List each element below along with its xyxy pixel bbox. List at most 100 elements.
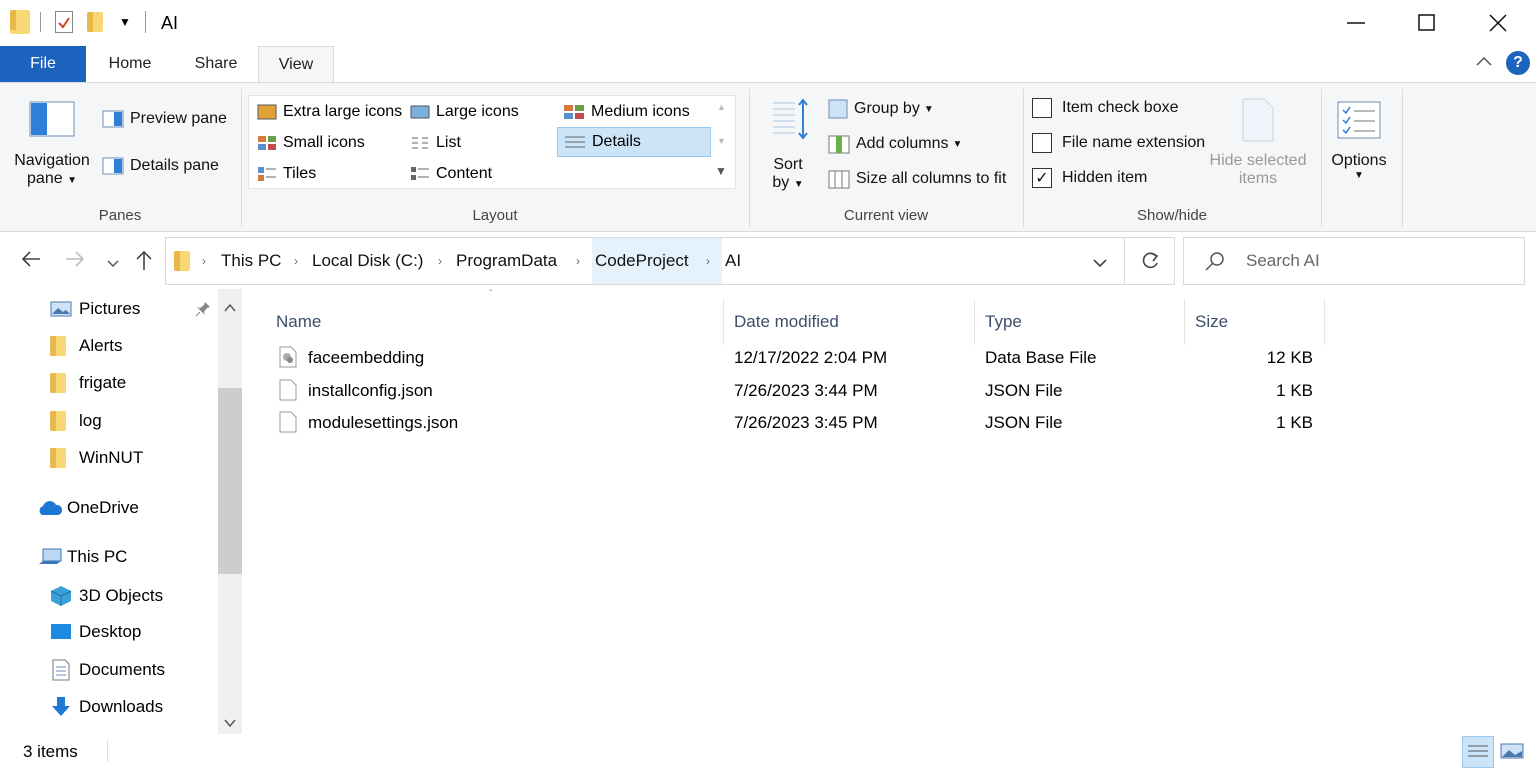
layout-large-icons[interactable]: Large icons	[404, 97, 519, 127]
address-bar[interactable]: › This PC › Local Disk (C:) › ProgramDat…	[165, 237, 1175, 285]
tab-file[interactable]: File	[0, 46, 86, 82]
file-row[interactable]: installconfig.json 7/26/2023 3:44 PM JSO…	[273, 375, 1333, 407]
breadcrumb-ai[interactable]: AI	[725, 238, 741, 284]
layout-tiles[interactable]: Tiles	[251, 159, 316, 189]
chevron-right-icon[interactable]: ›	[202, 238, 206, 284]
tab-home[interactable]: Home	[96, 46, 164, 82]
options-button[interactable]: Options ▼	[1324, 101, 1394, 181]
breadcrumb-this-pc[interactable]: This PC	[221, 238, 281, 284]
scroll-down-icon[interactable]	[223, 714, 237, 734]
dropdown-arrow-icon: ▼	[67, 175, 77, 186]
sort-by-button[interactable]: Sort by ▼	[758, 98, 818, 192]
layout-medium-icons[interactable]: Medium icons	[557, 97, 690, 127]
gallery-scroll-up-icon[interactable]: ▲	[717, 102, 726, 112]
nav-item-onedrive[interactable]: OneDrive	[37, 498, 139, 518]
medium-icons-label: Medium icons	[591, 103, 690, 120]
nav-item-downloads[interactable]: Downloads	[50, 696, 163, 718]
column-header-date[interactable]: Date modified	[724, 299, 975, 345]
search-placeholder[interactable]: Search AI	[1246, 238, 1320, 284]
up-button[interactable]	[134, 249, 154, 277]
item-checkboxes-toggle[interactable]: Item check boxe	[1032, 98, 1179, 118]
file-name-extensions-toggle[interactable]: File name extension	[1032, 133, 1205, 153]
nav-item-pictures[interactable]: Pictures	[50, 299, 140, 319]
large-icons-view-button[interactable]	[1500, 742, 1524, 765]
column-header-name[interactable]: Name	[266, 299, 724, 345]
nav-item-frigate[interactable]: frigate	[50, 373, 126, 393]
back-button[interactable]	[20, 249, 42, 275]
file-row[interactable]: modulesettings.json 7/26/2023 3:45 PM JS…	[273, 407, 1333, 439]
file-icon	[279, 379, 297, 401]
nav-item-this-pc[interactable]: This PC	[37, 547, 127, 567]
forward-button[interactable]	[64, 249, 86, 275]
properties-icon[interactable]	[55, 11, 73, 33]
details-icon	[565, 136, 585, 148]
breadcrumb-local-disk[interactable]: Local Disk (C:)	[312, 238, 423, 284]
chevron-right-icon[interactable]: ›	[438, 238, 442, 284]
folder-icon	[50, 336, 66, 356]
column-header-type[interactable]: Type	[975, 299, 1185, 345]
file-name-extensions-checkbox[interactable]	[1032, 133, 1052, 153]
layout-list[interactable]: List	[404, 128, 461, 158]
computer-icon	[39, 548, 62, 564]
hide-selected-icon	[1242, 98, 1274, 142]
hide-selected-items-button[interactable]: Hide selected items	[1206, 97, 1310, 188]
breadcrumb-codeproject[interactable]: CodeProject	[595, 238, 689, 284]
folder-icon	[50, 448, 66, 468]
onedrive-cloud-icon	[39, 501, 63, 515]
recent-locations-button[interactable]	[106, 253, 120, 276]
layout-content[interactable]: Content	[404, 159, 492, 189]
nav-item-3d-objects[interactable]: 3D Objects	[50, 585, 163, 607]
gallery-expand-icon[interactable]: ▼	[715, 164, 727, 178]
size-all-columns-button[interactable]: Size all columns to fit	[828, 169, 1006, 189]
details-pane-button[interactable]: Details pane	[102, 157, 219, 175]
minimize-button[interactable]	[1320, 0, 1392, 46]
details-view-button[interactable]	[1462, 736, 1494, 768]
chevron-down-icon	[107, 260, 119, 268]
nav-item-label: Downloads	[79, 697, 164, 716]
layout-extra-large-icons[interactable]: Extra large icons	[251, 97, 402, 127]
tab-view[interactable]: View	[258, 46, 334, 83]
nav-item-documents[interactable]: Documents	[50, 659, 165, 681]
quick-access-toolbar: ▼	[10, 10, 146, 34]
add-columns-button[interactable]: Add columns ▼	[828, 134, 962, 154]
help-icon[interactable]: ?	[1506, 51, 1530, 75]
new-folder-icon[interactable]	[87, 12, 103, 32]
hidden-items-checkbox[interactable]: ✓	[1032, 168, 1052, 188]
hide-selected-label: Hide selected	[1209, 152, 1307, 169]
3d-objects-icon	[50, 586, 72, 606]
navigation-pane-button[interactable]: Navigation pane ▼	[8, 101, 96, 188]
nav-item-alerts[interactable]: Alerts	[50, 336, 122, 356]
tab-share[interactable]: Share	[180, 46, 252, 82]
nav-item-log[interactable]: log	[50, 411, 102, 431]
group-by-button[interactable]: Group by ▼	[828, 99, 934, 119]
scroll-up-icon[interactable]	[223, 299, 237, 319]
dropdown-arrow-icon: ▼	[793, 179, 804, 190]
chevron-right-icon[interactable]: ›	[706, 238, 710, 284]
chevron-right-icon[interactable]: ›	[294, 238, 298, 284]
address-history-button[interactable]	[1092, 254, 1108, 274]
chevron-right-icon[interactable]: ›	[576, 238, 580, 284]
item-checkboxes-checkbox[interactable]	[1032, 98, 1052, 118]
close-button[interactable]	[1462, 0, 1534, 46]
breadcrumb-programdata[interactable]: ProgramData	[456, 238, 557, 284]
column-header-size[interactable]: Size	[1185, 299, 1325, 345]
layout-small-icons[interactable]: Small icons	[251, 128, 365, 158]
preview-pane-button[interactable]: Preview pane	[102, 110, 227, 128]
gallery-scroll-down-icon[interactable]: ▼	[717, 136, 726, 146]
options-label: Options	[1331, 152, 1387, 169]
refresh-button[interactable]	[1140, 250, 1160, 277]
nav-scrollbar-thumb[interactable]	[218, 388, 242, 574]
nav-item-desktop[interactable]: Desktop	[50, 622, 141, 642]
hidden-items-toggle[interactable]: ✓ Hidden item	[1032, 168, 1147, 188]
nav-item-label: OneDrive	[67, 498, 139, 517]
maximize-button[interactable]	[1391, 0, 1463, 46]
nav-item-winnut[interactable]: WinNUT	[50, 448, 143, 468]
search-box[interactable]: Search AI	[1183, 237, 1525, 285]
pin-icon[interactable]	[195, 301, 211, 322]
navigation-bar: › This PC › Local Disk (C:) › ProgramDat…	[0, 233, 1536, 289]
customize-toolbar-icon[interactable]: ▼	[119, 15, 131, 29]
layout-details[interactable]: Details	[557, 127, 711, 157]
file-row[interactable]: faceembedding 12/17/2022 2:04 PM Data Ba…	[273, 342, 1333, 374]
collapse-ribbon-icon[interactable]	[1474, 52, 1494, 77]
file-size: 1 KB	[1276, 413, 1313, 432]
